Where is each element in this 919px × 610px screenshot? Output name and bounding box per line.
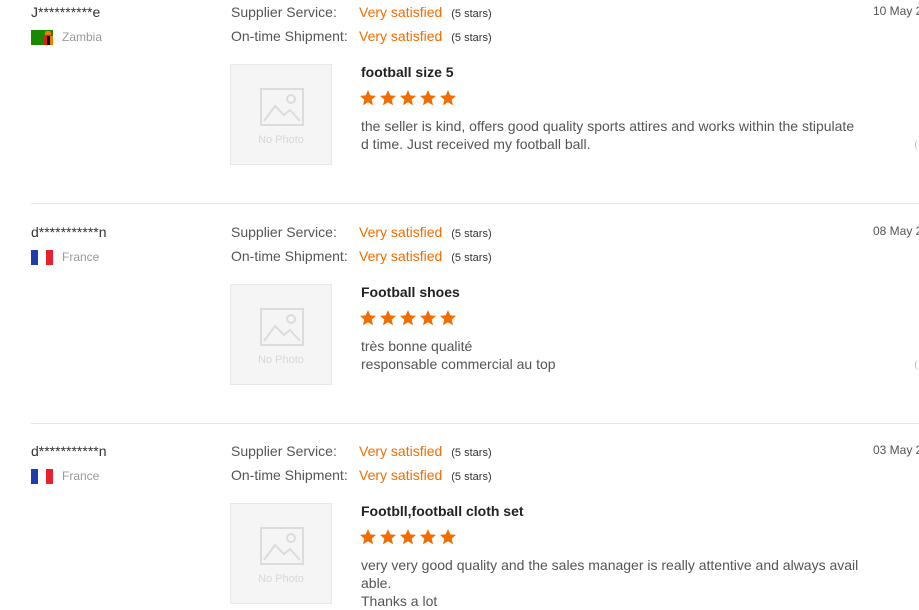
comment-line: très bonne qualité [361, 338, 473, 354]
country-name: France [62, 469, 100, 483]
image-placeholder-icon [260, 308, 304, 346]
no-photo-text: No Photo [258, 354, 304, 366]
supplier-service-label: Supplier Service: [231, 443, 337, 459]
france-flag-icon [31, 468, 53, 484]
supplier-service-rating: Supplier Service: Very satisfied (5 star… [231, 443, 492, 459]
comment-line: very very good quality and the sales man… [361, 557, 859, 591]
supplier-service-rating: Supplier Service: Very satisfied (5 star… [231, 224, 492, 240]
ontime-shipment-stars: (5 stars) [451, 32, 492, 44]
review-comment: very very good quality and the sales man… [361, 556, 861, 610]
comment-line: responsable commercial au top [361, 356, 556, 372]
ontime-shipment-rating: On-time Shipment: Very satisfied (5 star… [231, 28, 492, 44]
product-name[interactable]: Footbll,football cloth set [361, 503, 524, 519]
ontime-shipment-stars: (5 stars) [451, 252, 492, 264]
buyer-name: J**********e [31, 4, 101, 20]
edge-control[interactable] [915, 360, 919, 370]
star-icon [399, 310, 417, 326]
country-name: France [62, 250, 100, 264]
product-rating-stars [359, 528, 459, 546]
image-placeholder-icon [260, 88, 304, 126]
star-icon [419, 529, 437, 545]
star-icon [439, 90, 457, 106]
product-rating-stars [359, 89, 459, 107]
supplier-service-label: Supplier Service: [231, 4, 337, 20]
supplier-service-stars: (5 stars) [451, 228, 492, 240]
star-icon [419, 310, 437, 326]
review-date: 10 May 2 [873, 4, 919, 18]
ontime-shipment-value: Very satisfied [359, 28, 443, 44]
ontime-shipment-rating: On-time Shipment: Very satisfied (5 star… [231, 248, 492, 264]
supplier-service-stars: (5 stars) [451, 8, 492, 20]
ontime-shipment-label: On-time Shipment: [231, 467, 348, 483]
buyer-country: Zambia [31, 29, 102, 45]
supplier-service-value: Very satisfied [359, 4, 443, 20]
star-icon [399, 90, 417, 106]
ontime-shipment-stars: (5 stars) [451, 471, 492, 483]
product-photo-placeholder[interactable]: No Photo [230, 64, 332, 165]
buyer-country: France [31, 468, 99, 484]
divider [31, 203, 919, 204]
supplier-service-rating: Supplier Service: Very satisfied (5 star… [231, 4, 492, 20]
buyer-country: France [31, 249, 99, 265]
star-icon [359, 529, 377, 545]
ontime-shipment-value: Very satisfied [359, 467, 443, 483]
star-icon [379, 310, 397, 326]
star-icon [399, 529, 417, 545]
no-photo-text: No Photo [258, 134, 304, 146]
star-icon [439, 529, 457, 545]
zambia-flag-icon [31, 29, 53, 45]
divider [31, 423, 919, 424]
buyer-name: d***********n [31, 224, 107, 240]
product-rating-stars [359, 309, 459, 327]
star-icon [379, 90, 397, 106]
edge-control[interactable] [915, 140, 919, 150]
ontime-shipment-label: On-time Shipment: [231, 28, 348, 44]
star-icon [439, 310, 457, 326]
country-name: Zambia [62, 30, 103, 44]
comment-line: the seller is kind, offers good quality … [361, 118, 855, 152]
review-date: 03 May 2 [873, 443, 919, 457]
ontime-shipment-rating: On-time Shipment: Very satisfied (5 star… [231, 467, 492, 483]
review-comment: the seller is kind, offers good quality … [361, 117, 861, 153]
star-icon [419, 90, 437, 106]
star-icon [359, 90, 377, 106]
product-photo-placeholder[interactable]: No Photo [230, 503, 332, 604]
france-flag-icon [31, 249, 53, 265]
review-date: 08 May 2 [873, 224, 919, 238]
image-placeholder-icon [260, 527, 304, 565]
product-name[interactable]: football size 5 [361, 64, 454, 80]
supplier-service-stars: (5 stars) [451, 447, 492, 459]
no-photo-text: No Photo [258, 573, 304, 585]
supplier-service-label: Supplier Service: [231, 224, 337, 240]
ontime-shipment-value: Very satisfied [359, 248, 443, 264]
review-comment: très bonne qualité responsable commercia… [361, 337, 861, 373]
comment-line: Thanks a lot [361, 593, 438, 609]
product-name[interactable]: Football shoes [361, 284, 460, 300]
buyer-name: d***********n [31, 443, 107, 459]
supplier-service-value: Very satisfied [359, 224, 443, 240]
star-icon [359, 310, 377, 326]
star-icon [379, 529, 397, 545]
product-photo-placeholder[interactable]: No Photo [230, 284, 332, 385]
ontime-shipment-label: On-time Shipment: [231, 248, 348, 264]
supplier-service-value: Very satisfied [359, 443, 443, 459]
